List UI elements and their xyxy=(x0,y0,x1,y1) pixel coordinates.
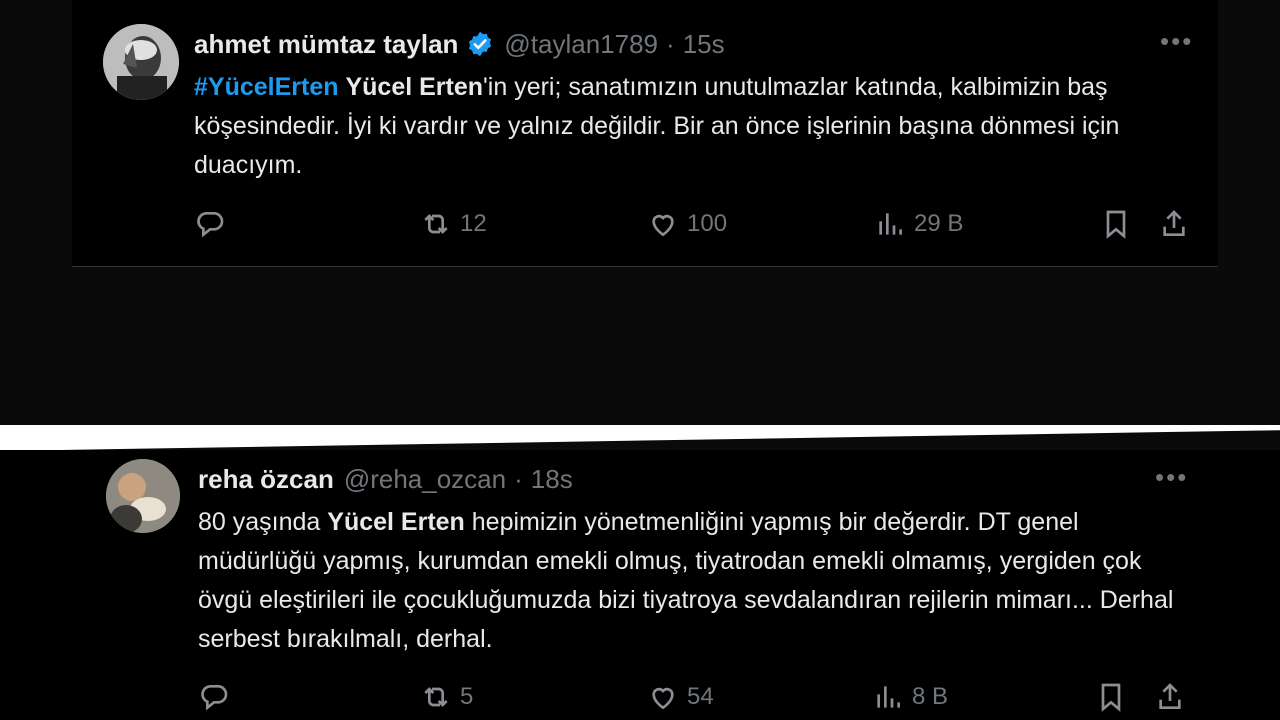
tweet2-text: 80 yaşında Yücel Erten hepimizin yönetme… xyxy=(198,503,1178,659)
tweet2-header: reha özcan @reha_ozcan · 18s xyxy=(198,462,573,496)
handle[interactable]: @taylan1789 xyxy=(504,29,658,60)
tweet1-header: ahmet mümtaz taylan @taylan1789 · 15s xyxy=(194,26,725,62)
bookmark-button[interactable] xyxy=(1100,208,1132,240)
like-count: 54 xyxy=(687,683,714,710)
background-gap xyxy=(0,267,1280,425)
views-button[interactable]: 8 B xyxy=(872,681,948,713)
like-button[interactable]: 54 xyxy=(647,681,714,713)
retweet-icon xyxy=(424,214,448,234)
retweet-count: 5 xyxy=(460,683,474,710)
views-icon xyxy=(877,686,900,708)
mention-name: Yücel Erten xyxy=(345,73,484,101)
like-count: 100 xyxy=(687,210,728,237)
share-icon xyxy=(1163,210,1185,236)
share-button[interactable] xyxy=(1154,681,1186,713)
bookmark-icon xyxy=(1101,683,1121,712)
reply-button[interactable] xyxy=(198,681,230,713)
retweet-count: 12 xyxy=(460,210,487,237)
share-button[interactable] xyxy=(1158,208,1190,240)
avatar-photo xyxy=(106,459,180,533)
avatar-photo xyxy=(103,24,179,100)
bookmark-button[interactable] xyxy=(1095,681,1127,713)
timestamp[interactable]: 15s xyxy=(683,29,725,60)
views-count: 29 B xyxy=(914,210,964,237)
views-button[interactable]: 29 B xyxy=(874,208,963,240)
reply-button[interactable] xyxy=(194,208,226,240)
display-name[interactable]: reha özcan xyxy=(198,464,334,495)
display-name[interactable]: ahmet mümtaz taylan xyxy=(194,29,458,60)
timestamp[interactable]: 18s xyxy=(531,464,573,495)
verified-badge-icon xyxy=(469,31,492,57)
retweet-icon xyxy=(424,687,448,707)
like-button[interactable]: 100 xyxy=(647,208,727,240)
reply-icon xyxy=(197,212,224,238)
reply-icon xyxy=(201,685,228,711)
hashtag-link[interactable]: #YücelErten xyxy=(194,73,339,101)
tweet1-text: #YücelErten Yücel Erten'in yeri; sanatım… xyxy=(194,68,1174,185)
views-icon xyxy=(879,213,902,235)
bookmark-icon xyxy=(1106,210,1126,239)
avatar[interactable] xyxy=(103,24,179,100)
separator-dot: · xyxy=(666,28,675,59)
like-icon xyxy=(652,214,674,237)
divider-strip xyxy=(0,425,1280,451)
share-icon xyxy=(1159,683,1181,709)
handle[interactable]: @reha_ozcan xyxy=(344,464,506,495)
avatar[interactable] xyxy=(106,459,180,533)
mention-name: Yücel Erten xyxy=(327,508,465,536)
more-icon[interactable]: ••• xyxy=(1155,462,1188,493)
retweet-button[interactable]: 12 xyxy=(420,208,487,240)
tweet-text-start: 80 yaşında xyxy=(198,508,328,536)
like-icon xyxy=(652,687,674,710)
separator-dot: · xyxy=(514,463,523,494)
more-icon[interactable]: ••• xyxy=(1160,26,1193,57)
views-count: 8 B xyxy=(912,683,949,710)
retweet-button[interactable]: 5 xyxy=(420,681,473,713)
